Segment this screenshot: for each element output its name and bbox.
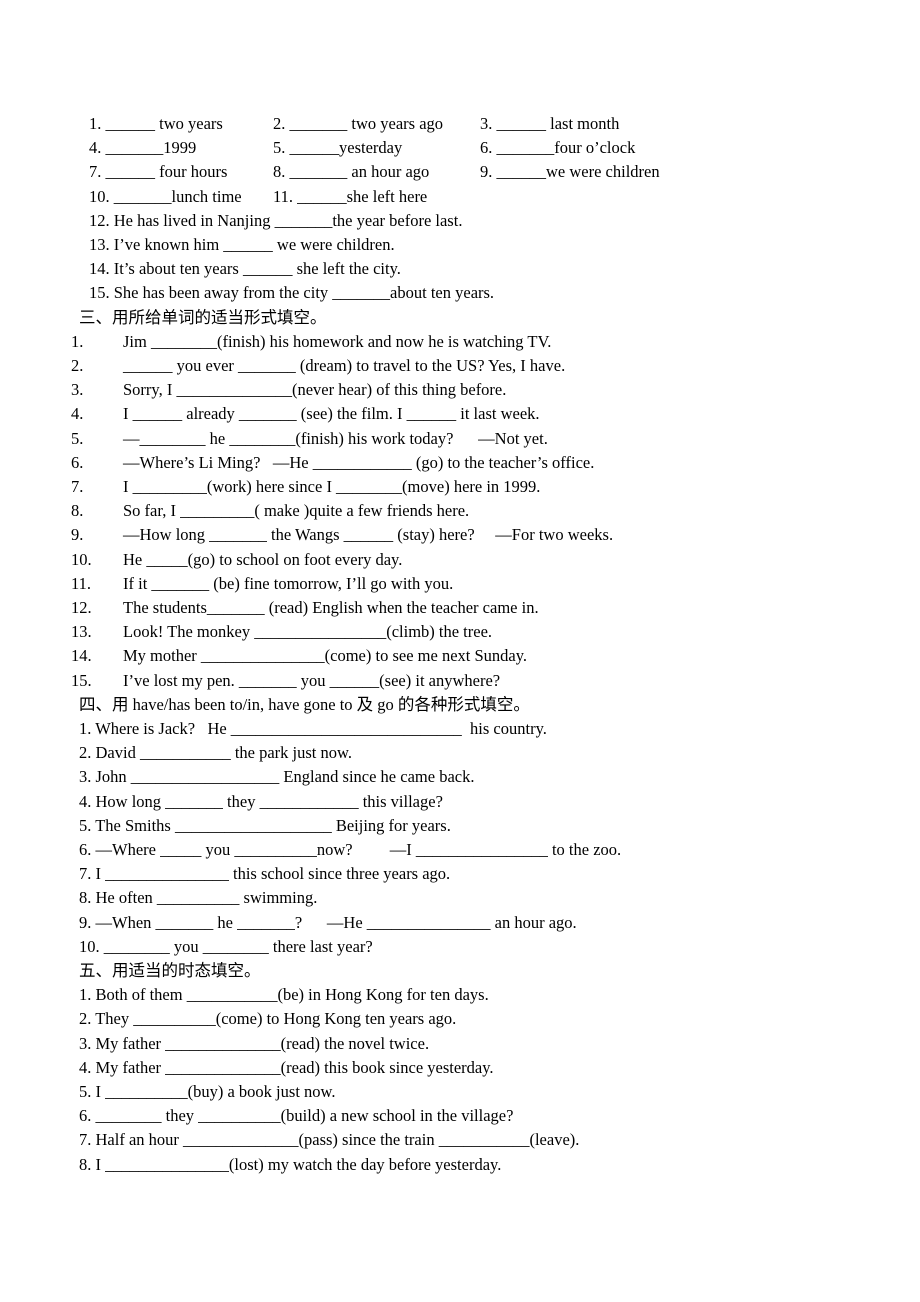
phrase-item: 2. _______ two years ago: [273, 114, 444, 133]
section-three-list: 1. Jim ________(finish) his homework and…: [65, 330, 855, 693]
exercise-item: 1. Jim ________(finish) his homework and…: [65, 330, 855, 354]
exercise-item: 8. So far, I _________( make )quite a fe…: [65, 499, 855, 523]
exercise-item: 7. Half an hour ______________(pass) sin…: [79, 1130, 580, 1150]
item-number: 10.: [71, 549, 92, 569]
phrase-item: 6. _______four o’clock: [480, 138, 636, 158]
item-text: —Where’s Li Ming? —He ____________ (go) …: [123, 452, 595, 472]
item-text: If it _______ (be) fine tomorrow, I’ll g…: [123, 573, 454, 593]
exercise-item: 7. I _________(work) here since I ______…: [65, 475, 855, 499]
item-number: 15.: [71, 670, 92, 690]
section-five-list: 1. Both of them ___________(be) in Hong …: [65, 983, 855, 1177]
item-number: 13.: [71, 622, 92, 642]
item-text: Look! The monkey ________________(climb)…: [123, 622, 493, 642]
item-text: He _____(go) to school on foot every day…: [123, 549, 403, 569]
item-number: 3.: [71, 380, 84, 400]
exercise-item: 8. I _______________(lost) my watch the …: [79, 1154, 502, 1174]
exercise-item: 9. —When _______ he _______? —He _______…: [79, 912, 577, 932]
exercise-item: 6. —Where’s Li Ming? —He ____________ (g…: [65, 451, 855, 475]
phrase-item: 5. ______yesterday: [273, 138, 403, 158]
exercise-item: 10. ________ you ________ there last yea…: [79, 936, 373, 956]
section-four-heading: 四、用 have/has been to/in, have gone to 及 …: [79, 694, 530, 714]
phrase-item: 4. _______1999: [89, 138, 197, 158]
exercise-item: 10. He _____(go) to school on foot every…: [65, 548, 855, 572]
section-five-heading: 五、用适当的时态填空。: [79, 961, 261, 981]
item-number: 11.: [71, 573, 92, 593]
exercise-item: 5. The Smiths ___________________ Beijin…: [79, 815, 451, 835]
exercise-item: 1. Both of them ___________(be) in Hong …: [79, 985, 489, 1005]
item-text: Jim ________(finish) his homework and no…: [123, 331, 552, 351]
sentence-item: 14. It’s about ten years ______ she left…: [89, 259, 401, 279]
exercise-item: 2. David ___________ the park just now.: [79, 743, 352, 763]
exercise-item: 6. ________ they __________(build) a new…: [79, 1106, 514, 1126]
exercise-item: 4. How long _______ they ____________ th…: [79, 791, 443, 811]
phrase-blanks-section: 1. ______ two years 2. _______ two years…: [65, 112, 855, 209]
exercise-item: 3. John __________________ England since…: [79, 767, 475, 787]
exercise-item: 2. ______ you ever _______ (dream) to tr…: [65, 354, 855, 378]
exercise-item: 5. I __________(buy) a book just now.: [79, 1082, 336, 1102]
sentence-blanks-section: 12. He has lived in Nanjing _______the y…: [65, 209, 855, 306]
item-number: 9.: [71, 525, 84, 545]
exercise-item: 4. My father ______________(read) this b…: [79, 1057, 494, 1077]
phrase-row: 10. _______lunch time 11. ______she left…: [89, 185, 855, 209]
phrase-row: 7. ______ four hours 8. _______ an hour …: [89, 160, 855, 184]
item-text: My mother _______________(come) to see m…: [123, 646, 528, 666]
item-number: 1.: [71, 331, 84, 351]
item-number: 2.: [71, 355, 84, 375]
document-body: 1. ______ two years 2. _______ two years…: [65, 112, 855, 1177]
phrase-item: 9. ______we were children: [480, 162, 660, 182]
exercise-item: 2. They __________(come) to Hong Kong te…: [79, 1009, 457, 1029]
exercise-item: 6. —Where _____ you __________now? —I __…: [79, 840, 622, 860]
sentence-item: 13. I’ve known him ______ we were childr…: [89, 234, 395, 254]
item-text: So far, I _________( make )quite a few f…: [123, 501, 470, 521]
exercise-item: 13. Look! The monkey ________________(cl…: [65, 620, 855, 644]
item-number: 12.: [71, 598, 92, 617]
section-four-list: 1. Where is Jack? He ___________________…: [65, 717, 855, 959]
exercise-item: 3. My father ______________(read) the no…: [79, 1033, 430, 1053]
phrase-row: 4. _______1999 5. ______yesterday 6. ___…: [89, 136, 855, 160]
exercise-item: 9. —How long _______ the Wangs ______ (s…: [65, 523, 855, 547]
exercise-item: 4. I ______ already _______ (see) the fi…: [65, 402, 855, 426]
sentence-item: 12. He has lived in Nanjing _______the y…: [89, 210, 463, 230]
item-number: 8.: [71, 501, 84, 521]
worksheet-page: 1. ______ two years 2. _______ two years…: [0, 0, 920, 1302]
phrase-item: 1. ______ two years: [89, 114, 223, 133]
item-number: 14.: [71, 646, 92, 666]
item-text: I’ve lost my pen. _______ you ______(see…: [123, 670, 501, 690]
phrase-item: 7. ______ four hours: [89, 162, 228, 182]
phrase-item: 8. _______ an hour ago: [273, 162, 430, 182]
item-number: 6.: [71, 452, 84, 472]
item-text: ______ you ever _______ (dream) to trave…: [123, 355, 566, 375]
phrase-row: 1. ______ two years 2. _______ two years…: [89, 112, 855, 136]
exercise-item: 14. My mother _______________(come) to s…: [65, 644, 855, 668]
sentence-item: 15. She has been away from the city ____…: [89, 283, 495, 303]
item-text: I _________(work) here since I ________(…: [123, 476, 541, 496]
phrase-item: 3. ______ last month: [480, 114, 620, 133]
exercise-item: 11. If it _______ (be) fine tomorrow, I’…: [65, 572, 855, 596]
exercise-item: 15. I’ve lost my pen. _______ you ______…: [65, 669, 855, 693]
item-text: I ______ already _______ (see) the film.…: [123, 404, 540, 424]
item-text: Sorry, I ______________(never hear) of t…: [123, 380, 507, 400]
item-text: The students_______ (read) English when …: [123, 598, 539, 617]
exercise-item: 12. The students_______ (read) English w…: [65, 596, 855, 620]
exercise-item: 8. He often __________ swimming.: [79, 888, 318, 908]
item-text: —________ he ________(finish) his work t…: [123, 428, 548, 448]
phrase-item: 10. _______lunch time: [89, 186, 242, 206]
section-three-heading: 三、用所给单词的适当形式填空。: [79, 307, 327, 327]
item-number: 5.: [71, 428, 84, 448]
item-number: 4.: [71, 404, 84, 424]
exercise-item: 3. Sorry, I ______________(never hear) o…: [65, 378, 855, 402]
exercise-item: 5. —________ he ________(finish) his wor…: [65, 427, 855, 451]
exercise-item: 1. Where is Jack? He ___________________…: [79, 719, 547, 739]
exercise-item: 7. I _______________ this school since t…: [79, 864, 451, 884]
item-number: 7.: [71, 476, 84, 496]
phrase-item: 11. ______she left here: [273, 186, 428, 206]
item-text: —How long _______ the Wangs ______ (stay…: [123, 525, 614, 545]
